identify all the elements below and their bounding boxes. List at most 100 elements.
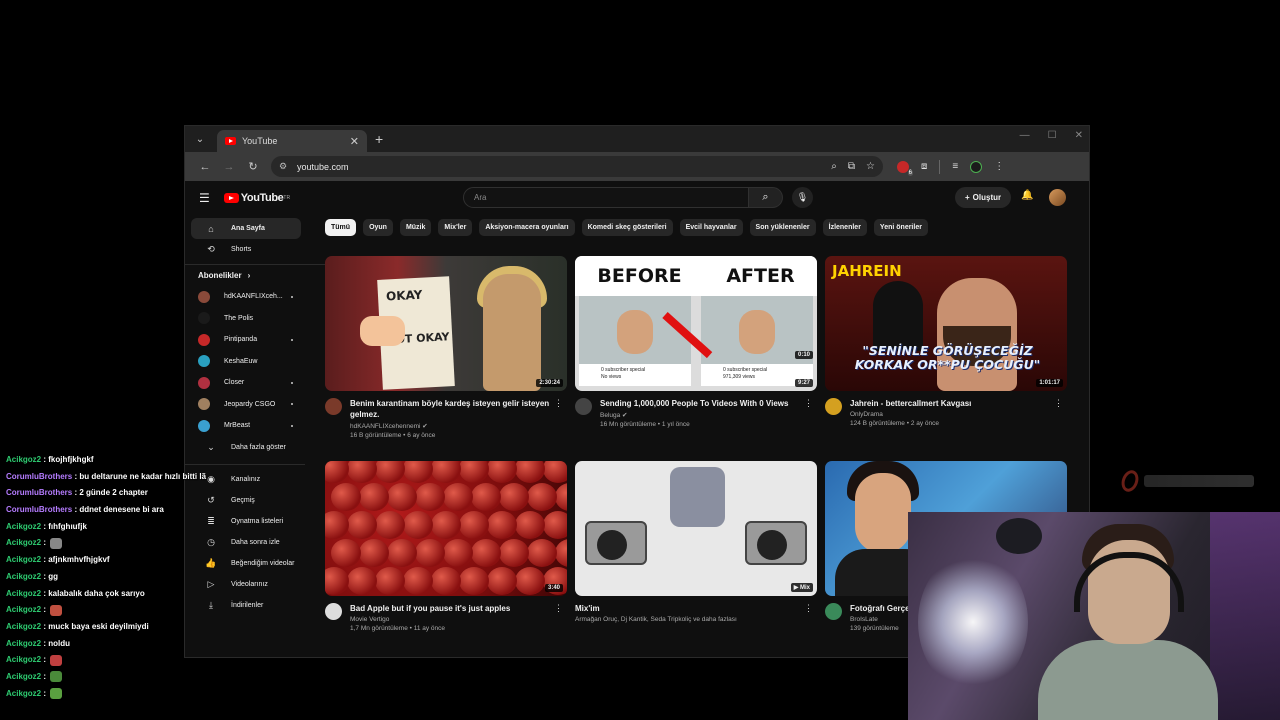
- sidebar-channel[interactable]: Jeopardy CSGO: [185, 394, 305, 416]
- voice-search-button[interactable]: 🎙: [792, 187, 813, 208]
- extensions-puzzle-icon[interactable]: ⧈: [921, 161, 927, 172]
- youtube-logo[interactable]: YouTube TR: [223, 192, 290, 204]
- tab-search-button[interactable]: ⌄: [189, 130, 211, 148]
- video-title[interactable]: Benim karantinam böyle kardeş isteyen ge…: [350, 398, 550, 420]
- chat-message: Acikgoz2 :: [0, 669, 330, 686]
- sidebar-channel[interactable]: MrBeast: [185, 415, 305, 437]
- browser-menu-icon[interactable]: ⋮: [994, 161, 1004, 172]
- video-meta: Sending 1,000,000 People To Videos With …: [575, 398, 817, 428]
- search-input[interactable]: Ara: [463, 187, 749, 208]
- category-chip[interactable]: Oyun: [363, 219, 393, 236]
- notifications-bell-icon[interactable]: 🔔: [1021, 190, 1033, 201]
- video-card[interactable]: OKAY NOT OKAY 2:30:24 Benim karantinam b…: [325, 256, 567, 439]
- new-content-dot-icon: [291, 381, 293, 384]
- search-button[interactable]: ⌕: [749, 187, 783, 208]
- streamer-torso-art: [1038, 640, 1218, 720]
- chat-message: Acikgoz2 : noldu: [0, 636, 330, 653]
- video-card[interactable]: BEFORE AFTER 0 subscriber special No vie…: [575, 256, 817, 428]
- video-card[interactable]: JAHREIN "SENİNLE GÖRÜŞECEĞİZ KORKAK OR**…: [825, 256, 1067, 427]
- more-actions-icon[interactable]: ⋮: [804, 398, 813, 409]
- more-actions-icon[interactable]: ⋮: [804, 603, 813, 614]
- subscriptions-heading[interactable]: Abonelikler ›: [185, 264, 325, 286]
- menu-hamburger-icon[interactable]: ☰: [199, 191, 210, 205]
- category-chip[interactable]: Komedi skeç gösterileri: [581, 219, 673, 236]
- apple-art: [387, 483, 417, 511]
- sidebar-channel[interactable]: KeshaEuw: [185, 351, 305, 373]
- sidebar-channel[interactable]: Closer: [185, 372, 305, 394]
- mix-card[interactable]: ▶ Mix Mix'im Armağan Oruç, Dj Kantik, Se…: [575, 461, 817, 623]
- video-thumbnail[interactable]: 3:40: [325, 461, 567, 596]
- chat-username: Acikgoz2: [6, 455, 42, 464]
- channel-avatar[interactable]: [325, 398, 342, 415]
- sidebar-item-home[interactable]: ⌂ Ana Sayfa: [191, 218, 301, 239]
- site-info-icon[interactable]: ⚙: [279, 161, 291, 172]
- new-tab-button[interactable]: +: [375, 131, 383, 147]
- apple-art: [359, 539, 389, 567]
- adblock-extension-icon[interactable]: 6: [897, 160, 913, 176]
- watermark-wordmark: [1144, 475, 1254, 487]
- video-thumbnail[interactable]: OKAY NOT OKAY 2:30:24: [325, 256, 567, 391]
- sidebar-channel-label: Pintipanda: [224, 336, 258, 344]
- reading-list-icon[interactable]: ≡: [952, 161, 958, 172]
- video-title[interactable]: Sending 1,000,000 People To Videos With …: [600, 398, 800, 409]
- close-window-icon[interactable]: ✕: [1075, 130, 1083, 141]
- account-avatar[interactable]: [1049, 189, 1066, 206]
- back-button[interactable]: ←: [193, 161, 217, 173]
- category-chip[interactable]: Tümü: [325, 219, 357, 236]
- video-thumbnail[interactable]: JAHREIN "SENİNLE GÖRÜŞECEĞİZ KORKAK OR**…: [825, 256, 1067, 391]
- category-chip[interactable]: Evcil hayvanlar: [679, 219, 743, 236]
- tab-close-icon[interactable]: ✕: [350, 135, 359, 148]
- chat-emote-icon: [50, 671, 63, 683]
- channel-avatar[interactable]: [575, 398, 592, 415]
- video-title[interactable]: Jahrein - bettercallmert Kavgası: [850, 398, 1050, 409]
- chat-message: CorumluBrothers : ddnet denesene bi ara: [0, 502, 330, 519]
- sidebar-channel-label: Closer: [224, 379, 245, 387]
- video-title[interactable]: Mix'im: [575, 603, 775, 614]
- more-actions-icon[interactable]: ⋮: [1054, 398, 1063, 409]
- address-bar[interactable]: ⚙ youtube.com ⌕ ⧉ ☆: [271, 156, 883, 177]
- video-title[interactable]: Bad Apple but if you pause it's just app…: [350, 603, 550, 614]
- profile-icon[interactable]: [970, 160, 983, 173]
- video-channel[interactable]: OnlyDrama: [850, 411, 1050, 418]
- video-channel[interactable]: Beluga ✔: [600, 411, 800, 419]
- category-chip[interactable]: İzlenenler: [822, 219, 867, 236]
- thumb-before-text: BEFORE: [597, 265, 682, 287]
- platter-art: [597, 530, 627, 560]
- ring-light-glow-art: [918, 552, 1028, 692]
- zoom-icon[interactable]: ⌕: [831, 161, 837, 172]
- video-channel[interactable]: hdKAANFLIXcehennemi ✔: [350, 422, 550, 430]
- minimize-icon[interactable]: —: [1020, 130, 1030, 141]
- channel-avatar[interactable]: [825, 398, 842, 415]
- install-app-icon[interactable]: ⧉: [848, 161, 855, 172]
- sidebar-channel[interactable]: The Polis: [185, 308, 305, 330]
- tab-youtube[interactable]: YouTube ✕: [217, 130, 367, 152]
- chat-username: CorumluBrothers: [6, 505, 73, 515]
- forward-button[interactable]: →: [217, 161, 241, 173]
- reload-button[interactable]: ↻: [241, 160, 265, 173]
- sidebar-item-shorts[interactable]: ⟲ Shorts: [191, 239, 301, 260]
- chat-username: Acikgoz2: [6, 621, 42, 631]
- sidebar-channel[interactable]: hdKAANFLIXceh...: [185, 286, 305, 308]
- video-channel[interactable]: Movie Vertigo: [350, 616, 550, 623]
- plus-icon: +: [965, 193, 970, 202]
- category-chip[interactable]: Son yüklenenler: [749, 219, 816, 236]
- channel-avatar[interactable]: [825, 603, 842, 620]
- maximize-icon[interactable]: ☐: [1048, 130, 1057, 141]
- bookmark-star-icon[interactable]: ☆: [866, 161, 875, 172]
- category-chip[interactable]: Müzik: [399, 219, 432, 236]
- category-chip[interactable]: Yeni öneriler: [873, 219, 928, 236]
- apple-art: [471, 539, 501, 567]
- youtube-logo-icon: [223, 193, 239, 203]
- create-button[interactable]: + Oluştur: [955, 187, 1012, 208]
- category-chip[interactable]: Mix'ler: [438, 219, 473, 236]
- category-chip[interactable]: Aksiyon-macera oyunları: [479, 219, 575, 236]
- more-actions-icon[interactable]: ⋮: [554, 398, 563, 409]
- video-thumbnail[interactable]: BEFORE AFTER 0 subscriber special No vie…: [575, 256, 817, 391]
- video-thumbnail[interactable]: ▶ Mix: [575, 461, 817, 596]
- chat-username: CorumluBrothers: [6, 488, 73, 498]
- chat-message: Acikgoz2 : gg: [0, 569, 330, 586]
- more-actions-icon[interactable]: ⋮: [554, 603, 563, 614]
- sidebar-channel[interactable]: Pintipanda: [185, 329, 305, 351]
- video-card[interactable]: 3:40 Bad Apple but if you pause it's jus…: [325, 461, 567, 632]
- channel-avatar: [198, 290, 210, 303]
